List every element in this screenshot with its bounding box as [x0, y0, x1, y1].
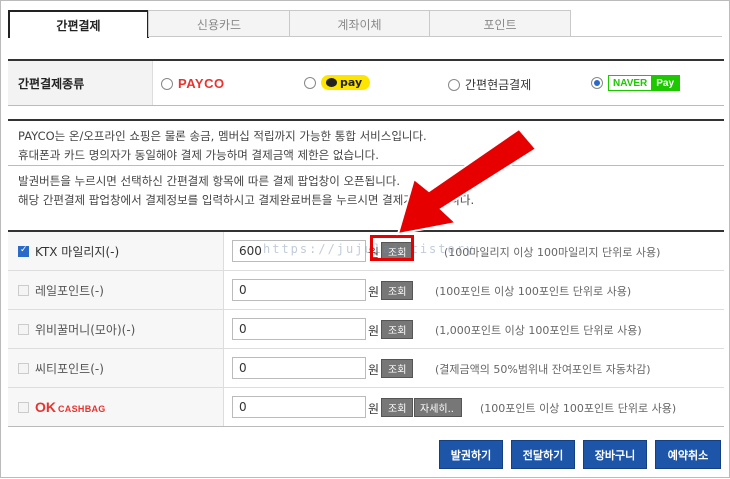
- tab-credit-card[interactable]: 신용카드: [148, 10, 290, 37]
- ok-cashbag-checkbox[interactable]: [18, 401, 29, 413]
- wibee-money-unit: 원: [368, 324, 380, 338]
- popup-info-line2: 해당 간편결제 팝업창에서 결제정보를 입력하시고 결제완료버튼을 누르시면 결…: [18, 193, 475, 207]
- table-row: 위비꿀머니(모아)(-) 0 원 조회 (1,000포인트 이상 100포인트 …: [8, 310, 724, 349]
- points-table: KTX 마일리지(-) 600 원 조회 (100마일리지 이상 100마일리지…: [8, 230, 724, 427]
- citi-point-checkbox[interactable]: [18, 362, 29, 374]
- citi-point-text: 씨티포인트(-): [35, 361, 104, 376]
- rail-point-label: 레일포인트(-): [8, 271, 224, 309]
- ktx-mileage-note: (100마일리지 이상 100마일리지 단위로 사용): [444, 246, 661, 259]
- easy-pay-type-label: 간편결제종류: [8, 61, 153, 105]
- ok-cashbag-detail-button[interactable]: 자세히..: [414, 398, 462, 417]
- citi-point-lookup-button[interactable]: 조회: [381, 359, 414, 378]
- ok-cashbag-input[interactable]: 0: [232, 396, 366, 418]
- ok-cashbag-logo: OK CASHBAG: [35, 399, 106, 415]
- citi-point-note: (결제금액의 50%범위내 잔여포인트 자동차감): [435, 363, 651, 376]
- table-row: 레일포인트(-) 0 원 조회 (100포인트 이상 100포인트 단위로 사용…: [8, 271, 724, 310]
- naverpay-radio[interactable]: [591, 77, 603, 89]
- ktx-mileage-label: KTX 마일리지(-): [8, 232, 224, 270]
- naverpay-option[interactable]: NAVER Pay: [591, 75, 681, 91]
- wibee-money-label: 위비꿀머니(모아)(-): [8, 310, 224, 348]
- ktx-mileage-text: KTX 마일리지(-): [35, 244, 120, 259]
- wibee-money-note: (1,000포인트 이상 100포인트 단위로 사용): [435, 324, 642, 337]
- kakaopay-label: pay: [340, 76, 363, 89]
- citi-point-label: 씨티포인트(-): [8, 349, 224, 387]
- payment-panel: 간편결제 신용카드 계좌이체 포인트 간편결제종류 PAYCO pay 간편현금…: [0, 0, 730, 478]
- ktx-mileage-checkbox[interactable]: [18, 245, 29, 257]
- payco-info-line1: PAYCO는 온/오프라인 쇼핑은 물론 송금, 멤버십 적립까지 가능한 통합…: [18, 129, 427, 143]
- popup-info: 발권버튼을 누르시면 선택하신 간편결제 항목에 따른 결제 팝업창이 오픈됩니…: [8, 166, 724, 214]
- naverpay-logo-pay: Pay: [651, 76, 680, 90]
- rail-point-checkbox[interactable]: [18, 284, 29, 296]
- wibee-money-text: 위비꿀머니(모아)(-): [35, 322, 136, 337]
- rail-point-text: 레일포인트(-): [35, 283, 104, 298]
- kakaopay-logo: pay: [321, 75, 371, 90]
- tab-divider: [149, 36, 722, 37]
- tab-easy-pay[interactable]: 간편결제: [8, 10, 149, 38]
- ok-cashbag-lookup-button[interactable]: 조회: [381, 398, 414, 417]
- table-row: 씨티포인트(-) 0 원 조회 (결제금액의 50%범위내 잔여포인트 자동차감…: [8, 349, 724, 388]
- rail-point-note: (100포인트 이상 100포인트 단위로 사용): [435, 285, 632, 298]
- cart-button[interactable]: 장바구니: [583, 440, 647, 469]
- tab-points[interactable]: 포인트: [429, 10, 571, 37]
- wibee-money-lookup-button[interactable]: 조회: [381, 320, 414, 339]
- deliver-button[interactable]: 전달하기: [511, 440, 575, 469]
- citi-point-unit: 원: [368, 363, 380, 377]
- cancel-reservation-button[interactable]: 예약취소: [655, 440, 721, 469]
- payco-logo: PAYCO: [178, 76, 225, 91]
- naverpay-logo-naver: NAVER: [609, 76, 652, 90]
- easy-cash-label: 간편현금결제: [465, 78, 532, 92]
- payco-info-line2: 휴대폰과 카드 명의자가 동일해야 결제 가능하며 결제금액 제한은 없습니다.: [18, 148, 379, 162]
- rail-point-lookup-button[interactable]: 조회: [381, 281, 414, 300]
- payco-info: PAYCO는 온/오프라인 쇼핑은 물론 송금, 멤버십 적립까지 가능한 통합…: [8, 119, 724, 166]
- rail-point-input[interactable]: 0: [232, 279, 366, 301]
- kakaopay-option[interactable]: pay: [304, 75, 371, 90]
- lookup-highlight-box: [370, 235, 414, 261]
- ok-cashbag-label: OK CASHBAG: [8, 388, 224, 426]
- naverpay-logo: NAVER Pay: [608, 75, 681, 91]
- ok-cashbag-unit: 원: [368, 402, 380, 416]
- citi-point-input[interactable]: 0: [232, 357, 366, 379]
- ok-cashbag-note: (100포인트 이상 100포인트 단위로 사용): [480, 402, 677, 415]
- wibee-money-checkbox[interactable]: [18, 323, 29, 335]
- easy-cash-radio[interactable]: [448, 78, 460, 91]
- easy-cash-option[interactable]: 간편현금결제: [448, 76, 531, 93]
- payco-radio[interactable]: [161, 77, 173, 90]
- issue-ticket-button[interactable]: 발권하기: [439, 440, 503, 469]
- table-row: OK CASHBAG 0 원 조회 자세히.. (100포인트 이상 100포인…: [8, 388, 724, 427]
- ok-cashbag-logo-ok: OK: [35, 399, 56, 415]
- payco-option[interactable]: PAYCO: [161, 76, 225, 91]
- wibee-money-input[interactable]: 0: [232, 318, 366, 340]
- tab-bank-transfer[interactable]: 계좌이체: [289, 10, 430, 37]
- ok-cashbag-logo-cashbag: CASHBAG: [58, 404, 106, 414]
- speech-bubble-icon: [326, 78, 337, 87]
- popup-info-line1: 발권버튼을 누르시면 선택하신 간편결제 항목에 따른 결제 팝업창이 오픈됩니…: [18, 174, 401, 188]
- kakaopay-radio[interactable]: [304, 76, 316, 89]
- payment-tabs: 간편결제 신용카드 계좌이체 포인트: [8, 10, 571, 38]
- rail-point-unit: 원: [368, 285, 380, 299]
